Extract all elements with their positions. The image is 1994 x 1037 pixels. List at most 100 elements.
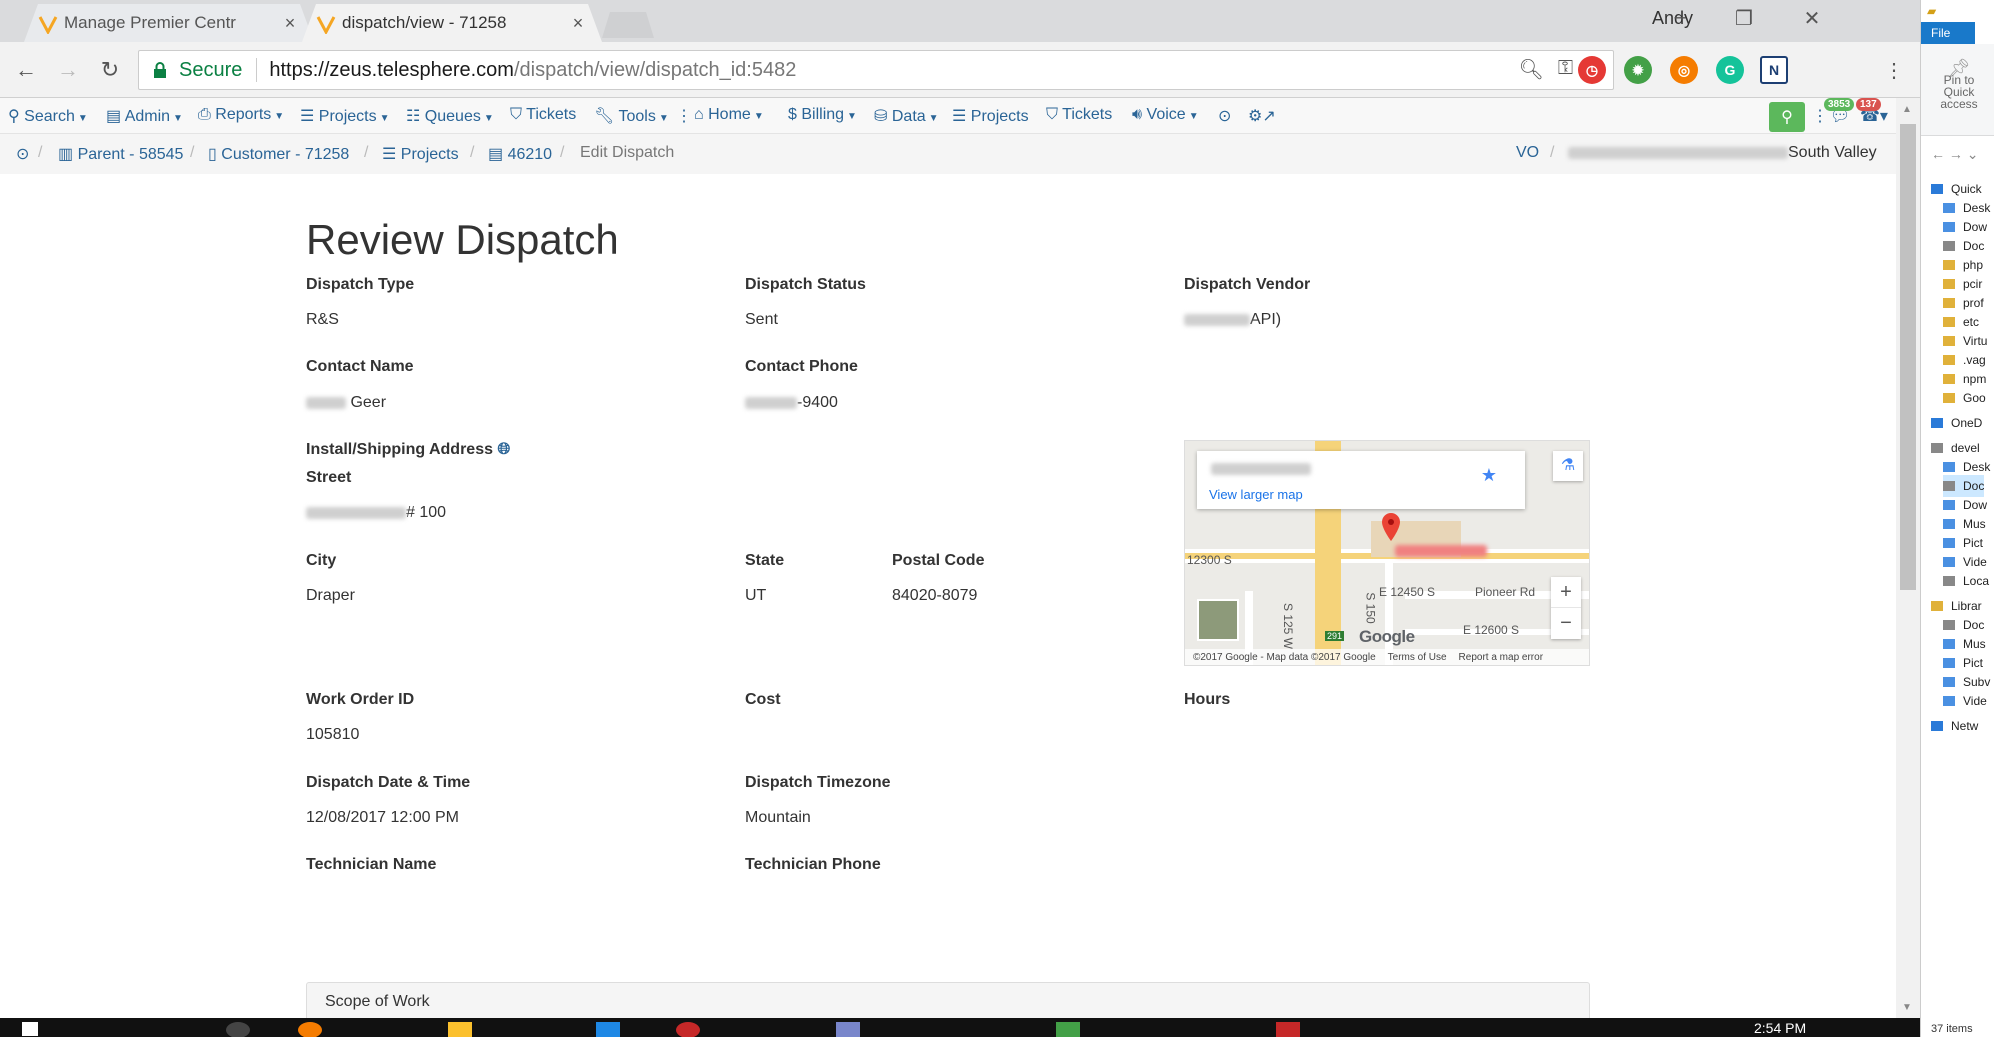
- nav-more-kebab[interactable]: ⋮: [676, 106, 692, 126]
- forward-icon[interactable]: →: [52, 54, 84, 86]
- file-explorer-window: ▰ File 📌︎ Pin to Quick access ← → ⌄ Quick…: [1920, 0, 1994, 1037]
- taskbar-app-icon[interactable]: [676, 1022, 700, 1037]
- caret-down-icon: ▼: [1188, 111, 1199, 122]
- nav-projects[interactable]: ☰ Projects ▼: [300, 106, 390, 126]
- taskbar-app-icon[interactable]: [596, 1022, 620, 1037]
- zoom-in-button[interactable]: +: [1551, 577, 1581, 608]
- new-tab-button[interactable]: [602, 12, 654, 38]
- database-icon: ⛁: [874, 108, 888, 125]
- cogs-external-icon[interactable]: ⚙↗: [1248, 106, 1276, 126]
- close-tab-icon[interactable]: ×: [568, 13, 588, 34]
- breadcrumb-parent[interactable]: ▥ Parent - 58545: [58, 144, 183, 164]
- work-order-label: Work Order ID: [306, 691, 415, 708]
- alerts-badge: 137: [1856, 98, 1881, 111]
- list-icon: ☰: [300, 108, 315, 125]
- taskbar-app-icon[interactable]: [226, 1022, 250, 1037]
- folder-icon: [1943, 298, 1955, 308]
- nav-reports[interactable]: ⎙ Reports ▼: [198, 106, 284, 124]
- scrollbar-thumb[interactable]: [1900, 124, 1916, 590]
- nav-tickets[interactable]: ⛉ Tickets: [510, 106, 576, 124]
- nav-search[interactable]: ⚲ Search ▼: [8, 106, 88, 126]
- back-icon[interactable]: ←: [10, 54, 42, 86]
- nav-projects-2[interactable]: ☰ Projects: [952, 106, 1029, 126]
- nav-tools[interactable]: 🔧︎ Tools ▼: [594, 106, 669, 126]
- close-tab-icon[interactable]: ×: [280, 13, 300, 34]
- nav-billing[interactable]: $ Billing ▼: [788, 106, 857, 124]
- flask-icon[interactable]: ⚗: [1553, 451, 1583, 481]
- taskbar-clock[interactable]: 2:54 PM: [1754, 1020, 1806, 1036]
- restore-icon[interactable]: ❐: [1724, 6, 1764, 36]
- satellite-toggle[interactable]: [1197, 599, 1239, 641]
- zoom-icon[interactable]: 🔍︎: [1518, 57, 1543, 82]
- close-window-icon[interactable]: ✕: [1792, 6, 1832, 36]
- dispatch-timezone-value: Mountain: [745, 809, 811, 826]
- globe-icon[interactable]: 🌐︎: [497, 441, 510, 458]
- nav-home[interactable]: ⌂ Home ▼: [694, 106, 764, 124]
- grammarly-extension-icon[interactable]: G: [1716, 56, 1744, 84]
- map-terms-link[interactable]: Terms of Use: [1388, 652, 1447, 663]
- reload-icon[interactable]: ↻: [94, 54, 126, 86]
- nav-queues[interactable]: ☷ Queues ▼: [406, 106, 494, 126]
- lifebuoy-extension-icon[interactable]: ◎: [1670, 56, 1698, 84]
- view-larger-map-link[interactable]: View larger map: [1209, 487, 1303, 502]
- contact-name-value: Geer: [306, 394, 386, 412]
- list-icon: ☰: [382, 146, 397, 163]
- contact-phone-value: -9400: [745, 394, 838, 412]
- taskbar-app-icon[interactable]: [1276, 1022, 1300, 1037]
- help-circle-icon[interactable]: ⊙: [1218, 106, 1231, 126]
- home-circle-icon[interactable]: ⊙: [16, 144, 29, 164]
- n-extension-icon[interactable]: N: [1760, 56, 1788, 84]
- file-tab[interactable]: File: [1921, 22, 1975, 44]
- breadcrumb-vo[interactable]: VO: [1516, 144, 1539, 162]
- tree-item[interactable]: OneD: [1931, 412, 1982, 434]
- app-navbar: ⚲ Search ▼ ▤ Admin ▼ ⎙ Reports ▼ ☰ Projects…: [0, 98, 1896, 134]
- breadcrumb-location[interactable]: South Valley: [1568, 144, 1877, 162]
- main-content: Review Dispatch Dispatch Type R&S Dispat…: [0, 174, 1896, 1022]
- nav-data[interactable]: ⛁ Data ▼: [874, 106, 939, 126]
- pin-to-quick-access[interactable]: 📌︎ Pin to Quick access: [1929, 59, 1989, 110]
- global-search-button[interactable]: ⚲: [1769, 102, 1805, 132]
- gear-extension-icon[interactable]: ✹: [1624, 56, 1652, 84]
- menu-kebab-icon[interactable]: ⋮: [1878, 54, 1910, 86]
- map-zoom-control: + −: [1551, 577, 1581, 639]
- breadcrumb-projects[interactable]: ☰ Projects: [382, 144, 459, 164]
- page-scrollbar[interactable]: ▲ ▼: [1896, 98, 1920, 1018]
- taskbar-app-icon[interactable]: [836, 1022, 860, 1037]
- folder-icon: [1943, 222, 1955, 232]
- document-icon: ▯: [208, 146, 217, 163]
- nav-admin[interactable]: ▤ Admin ▼: [106, 106, 183, 126]
- scroll-down-arrow[interactable]: ▼: [1902, 1002, 1912, 1013]
- breadcrumb-separator: /: [364, 144, 369, 161]
- map-copyright: ©2017 Google - Map data ©2017 Google: [1193, 651, 1376, 663]
- nav-tickets-2[interactable]: ⛉ Tickets: [1046, 106, 1112, 124]
- status-bar-item-count: 37 items: [1931, 1023, 1973, 1035]
- omnibox-divider: [256, 58, 258, 82]
- taskbar-app-icon[interactable]: [1056, 1022, 1080, 1037]
- browser-tab-dispatch-view[interactable]: dispatch/view - 71258 ×: [302, 4, 602, 42]
- clock-extension-icon[interactable]: ◷: [1578, 56, 1606, 84]
- folder-icon: [1931, 418, 1943, 428]
- tree-item[interactable]: Goo: [1943, 387, 1986, 409]
- map-report-link[interactable]: Report a map error: [1459, 652, 1543, 663]
- minimize-icon[interactable]: –: [1660, 6, 1700, 36]
- star-icon[interactable]: ★: [1481, 465, 1497, 486]
- tree-item-label: Loca: [1963, 574, 1990, 588]
- tree-item[interactable]: Loca: [1943, 570, 1989, 592]
- breadcrumb-project-id[interactable]: ▤ 46210: [488, 144, 552, 164]
- scroll-up-arrow[interactable]: ▲: [1902, 104, 1912, 115]
- folder-icon: [1943, 500, 1955, 510]
- taskbar-folder-icon[interactable]: [448, 1022, 472, 1037]
- nav-voice[interactable]: 🔊︎ Voice ▼: [1132, 106, 1199, 124]
- explorer-back-icon[interactable]: ← → ⌄: [1931, 146, 1979, 163]
- browser-tab-manage-premier[interactable]: Manage Premier Centr ×: [24, 4, 314, 42]
- location-map[interactable]: View larger map ★ ⚗ 12300 S E 12450 S Pi…: [1184, 440, 1590, 666]
- breadcrumb-customer[interactable]: ▯ Customer - 71258: [208, 144, 349, 164]
- address-bar[interactable]: Secure https://zeus.telesphere.com /disp…: [138, 50, 1614, 90]
- taskbar-app-icon[interactable]: [298, 1022, 322, 1037]
- key-icon[interactable]: ⚿: [1558, 57, 1573, 82]
- tree-item[interactable]: Vide: [1943, 690, 1987, 712]
- windows-start-icon[interactable]: [22, 1022, 38, 1036]
- dispatch-date-value: 12/08/2017 12:00 PM: [306, 809, 460, 826]
- zoom-out-button[interactable]: −: [1551, 608, 1581, 639]
- tree-item[interactable]: Netw: [1931, 715, 1978, 737]
